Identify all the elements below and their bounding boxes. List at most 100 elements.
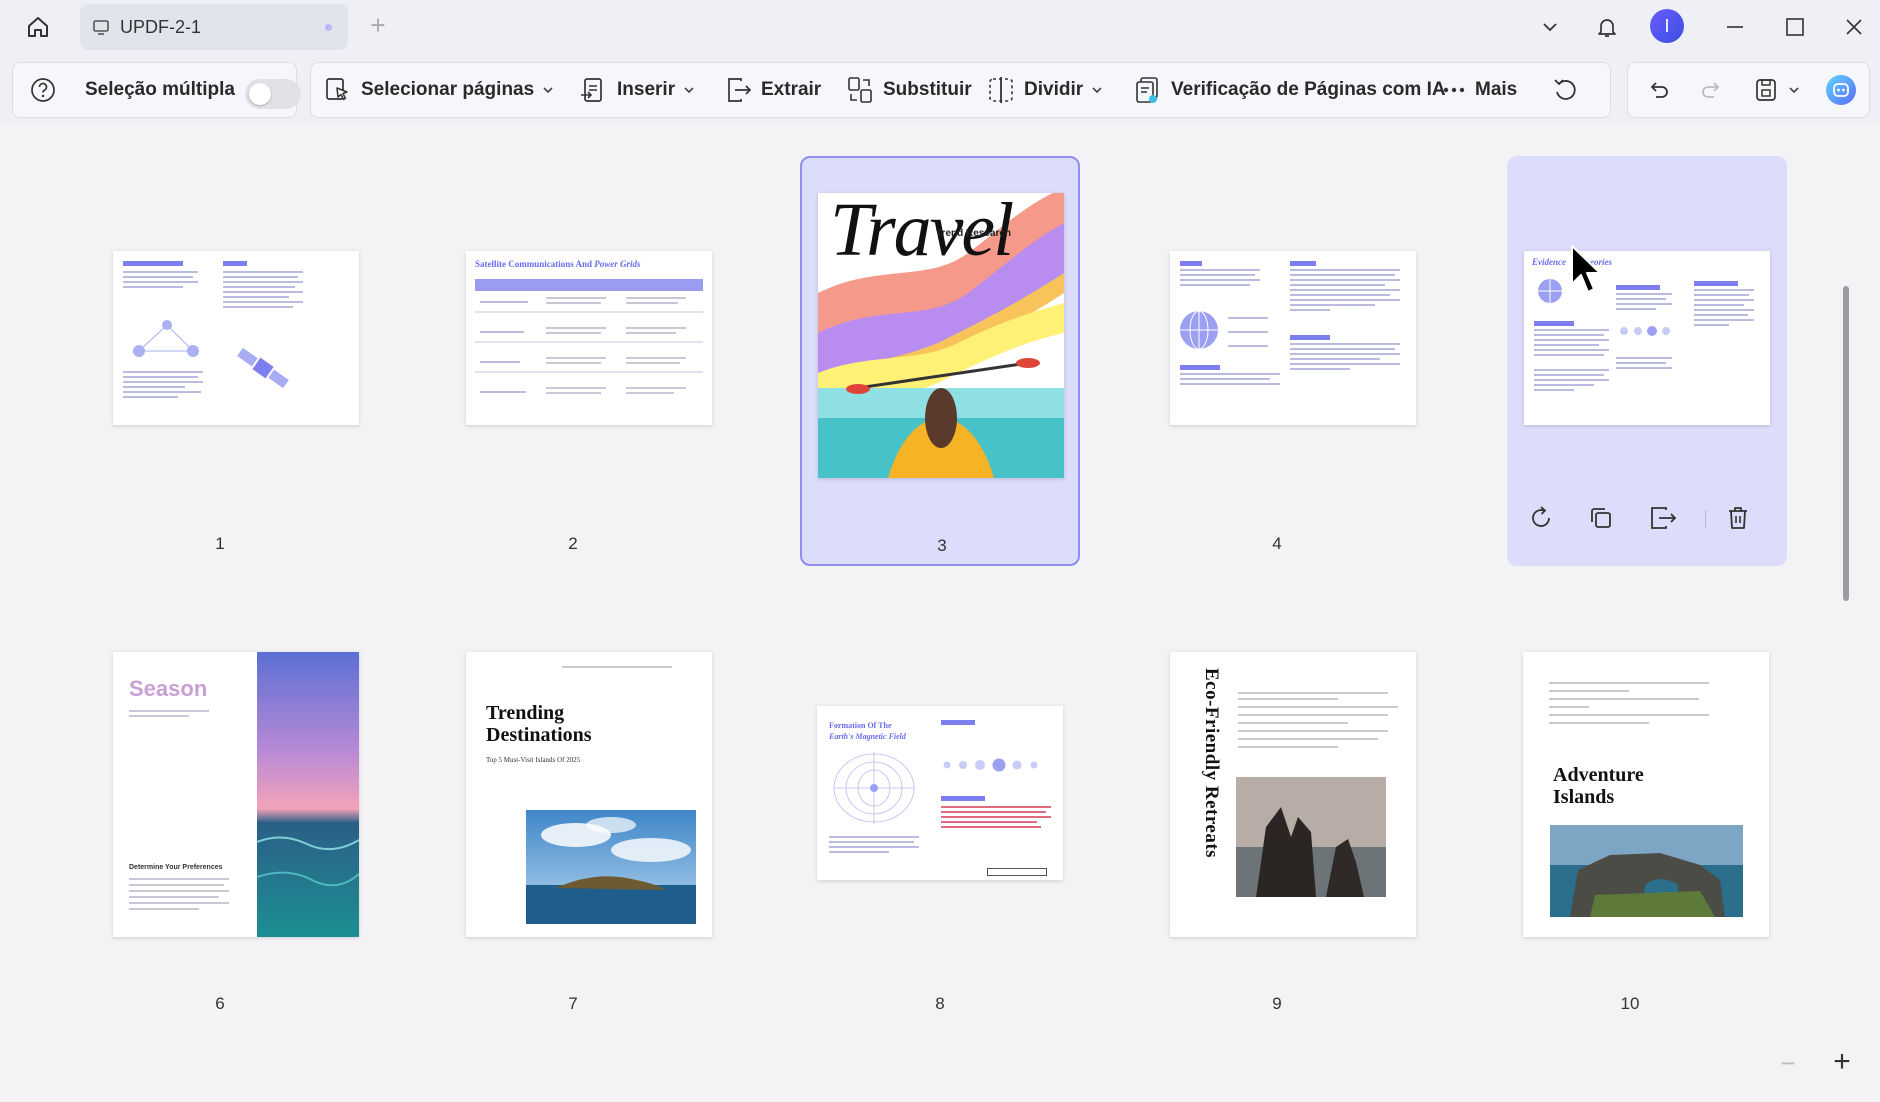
- page-title: Formation Of The: [829, 721, 892, 730]
- page-thumbnail-2[interactable]: Satellite Communications And Power Grids…: [433, 156, 713, 566]
- page-number: 1: [215, 534, 225, 553]
- rotate-icon[interactable]: [1525, 502, 1557, 534]
- history-group: [1627, 62, 1870, 118]
- avatar[interactable]: I: [1650, 9, 1684, 43]
- extract-button[interactable]: Extrair: [723, 63, 821, 117]
- page-thumbnail-4[interactable]: 4: [1137, 156, 1417, 566]
- mouse-cursor-icon: [1571, 245, 1601, 293]
- redo-icon[interactable]: [1698, 63, 1724, 117]
- page-preview: [1170, 251, 1416, 425]
- bell-icon[interactable]: [1592, 12, 1622, 42]
- page-title: Season: [129, 676, 208, 701]
- actions-divider: [1705, 510, 1706, 528]
- replace-icon: [848, 77, 872, 103]
- vertical-title: Eco-Friendly Retreats: [1201, 668, 1222, 859]
- page-thumbnail-5[interactable]: Evidence Theories: [1507, 156, 1787, 566]
- page-preview: Satellite Communications And Power Grids: [466, 251, 712, 425]
- more-dots-icon: [1443, 87, 1465, 93]
- page-thumbnail-6[interactable]: Season Determine Your Preferences 6: [80, 616, 360, 1026]
- minimize-icon[interactable]: [1720, 12, 1750, 42]
- chevron-down-icon: [684, 87, 694, 94]
- page-preview: Travel Trend Research: [818, 193, 1064, 478]
- chevron-down-icon: [1092, 87, 1102, 94]
- page-preview: Trending Destinations Top 5 Must-Visit Is…: [466, 652, 712, 937]
- save-button[interactable]: [1752, 63, 1800, 117]
- insert-page-icon: [581, 78, 602, 102]
- page-title-line2: Islands: [1553, 786, 1615, 808]
- chevron-down-icon: [1789, 87, 1799, 94]
- more-button[interactable]: Mais: [1441, 63, 1517, 117]
- maximize-icon[interactable]: [1780, 12, 1810, 42]
- duplicate-icon[interactable]: [1585, 502, 1617, 534]
- reset-button[interactable]: [1551, 63, 1581, 117]
- page-title-italic: Earth's Magnetic Field: [829, 732, 906, 741]
- page-number: 10: [1620, 994, 1640, 1013]
- page-subtitle: Top 5 Must-Visit Islands Of 2025: [486, 756, 581, 764]
- zoom-in-button[interactable]: +: [1830, 1047, 1854, 1077]
- select-pages-button[interactable]: Selecionar páginas: [323, 63, 554, 117]
- page-thumbnail-10[interactable]: Adventure Islands 10: [1490, 616, 1770, 1026]
- split-button[interactable]: Dividir: [986, 63, 1103, 117]
- document-tab[interactable]: UPDF-2-1: [80, 4, 348, 50]
- toolbar: Seleção múltipla Selecionar páginas Inse…: [0, 54, 1880, 124]
- page-number: 2: [568, 534, 578, 553]
- split-label: Dividir: [1024, 79, 1084, 100]
- page-preview: [113, 251, 359, 425]
- title-bar: UPDF-2-1 + I: [0, 0, 1880, 54]
- page-title-line1: Trending: [486, 702, 565, 724]
- help-icon[interactable]: [29, 63, 57, 117]
- page-title: Evidence: [1532, 257, 1566, 267]
- page-preview: Season Determine Your Preferences: [113, 652, 359, 937]
- tab-title: UPDF-2-1: [120, 16, 202, 37]
- page-title: Satellite Communications And: [475, 259, 593, 269]
- select-pages-icon: [326, 78, 348, 101]
- delete-icon[interactable]: [1722, 502, 1754, 534]
- ai-check-icon: [1136, 77, 1158, 103]
- page-actions: [1507, 496, 1787, 540]
- ai-assistant-icon[interactable]: [1824, 63, 1858, 117]
- page-title-line1: Adventure: [1553, 764, 1644, 786]
- home-icon[interactable]: [20, 10, 56, 44]
- zoom-out-button[interactable]: −: [1777, 1050, 1799, 1076]
- split-icon: [989, 77, 1013, 103]
- close-icon[interactable]: [1839, 12, 1869, 42]
- page-number: 9: [1272, 994, 1282, 1013]
- undo-icon[interactable]: [1646, 63, 1672, 117]
- toggle-knob: [249, 83, 271, 105]
- chevron-down-icon: [543, 87, 553, 94]
- page-thumbnail-3[interactable]: Travel Trend Research 3: [800, 156, 1080, 566]
- page-preview: Eco-Friendly Retreats: [1170, 652, 1416, 937]
- scrollbar-thumb[interactable]: [1843, 286, 1849, 601]
- chevron-down-icon[interactable]: [1535, 12, 1565, 42]
- save-icon: [1756, 79, 1776, 101]
- page-title-line2: Destinations: [486, 724, 592, 746]
- extract-page-icon[interactable]: [1647, 502, 1679, 534]
- page-thumbnail-1[interactable]: 1: [80, 156, 360, 566]
- page-preview: Adventure Islands: [1523, 652, 1769, 937]
- multi-select-group: Seleção múltipla: [12, 62, 301, 118]
- page-thumbnail-9[interactable]: Eco-Friendly Retreats 9: [1137, 616, 1417, 1026]
- page-number: 8: [935, 994, 945, 1013]
- page-preview: Evidence Theories: [1524, 251, 1770, 425]
- page-number: 7: [568, 994, 578, 1013]
- ai-check-label: Verificação de Páginas com IA: [1171, 79, 1446, 100]
- insert-button[interactable]: Inserir: [579, 63, 695, 117]
- unsaved-dot: [325, 24, 332, 31]
- multi-select-toggle[interactable]: [245, 79, 301, 109]
- cover-subtitle: Trend Research: [936, 228, 1012, 239]
- page-title-italic: Power Grids: [594, 259, 641, 269]
- ai-page-check-button[interactable]: Verificação de Páginas com IA: [1133, 63, 1446, 117]
- section-heading: Determine Your Preferences: [129, 864, 223, 871]
- page-number: 4: [1272, 534, 1282, 553]
- extract-icon: [728, 78, 752, 102]
- replace-button[interactable]: Substituir: [845, 63, 972, 117]
- page-tools-group: Selecionar páginas Inserir Extrair Subst…: [310, 62, 1611, 118]
- page-thumbnail-7[interactable]: Trending Destinations Top 5 Must-Visit Is…: [433, 616, 713, 1026]
- replace-label: Substituir: [883, 79, 972, 100]
- page-preview: Formation Of The Earth's Magnetic Field: [817, 706, 1063, 880]
- page-thumbnail-8[interactable]: Formation Of The Earth's Magnetic Field 8: [800, 616, 1080, 1026]
- new-tab-button[interactable]: +: [366, 12, 390, 38]
- rotate-left-icon: [1554, 79, 1576, 100]
- multi-select-label: Seleção múltipla: [85, 79, 235, 100]
- monitor-icon: [93, 20, 109, 35]
